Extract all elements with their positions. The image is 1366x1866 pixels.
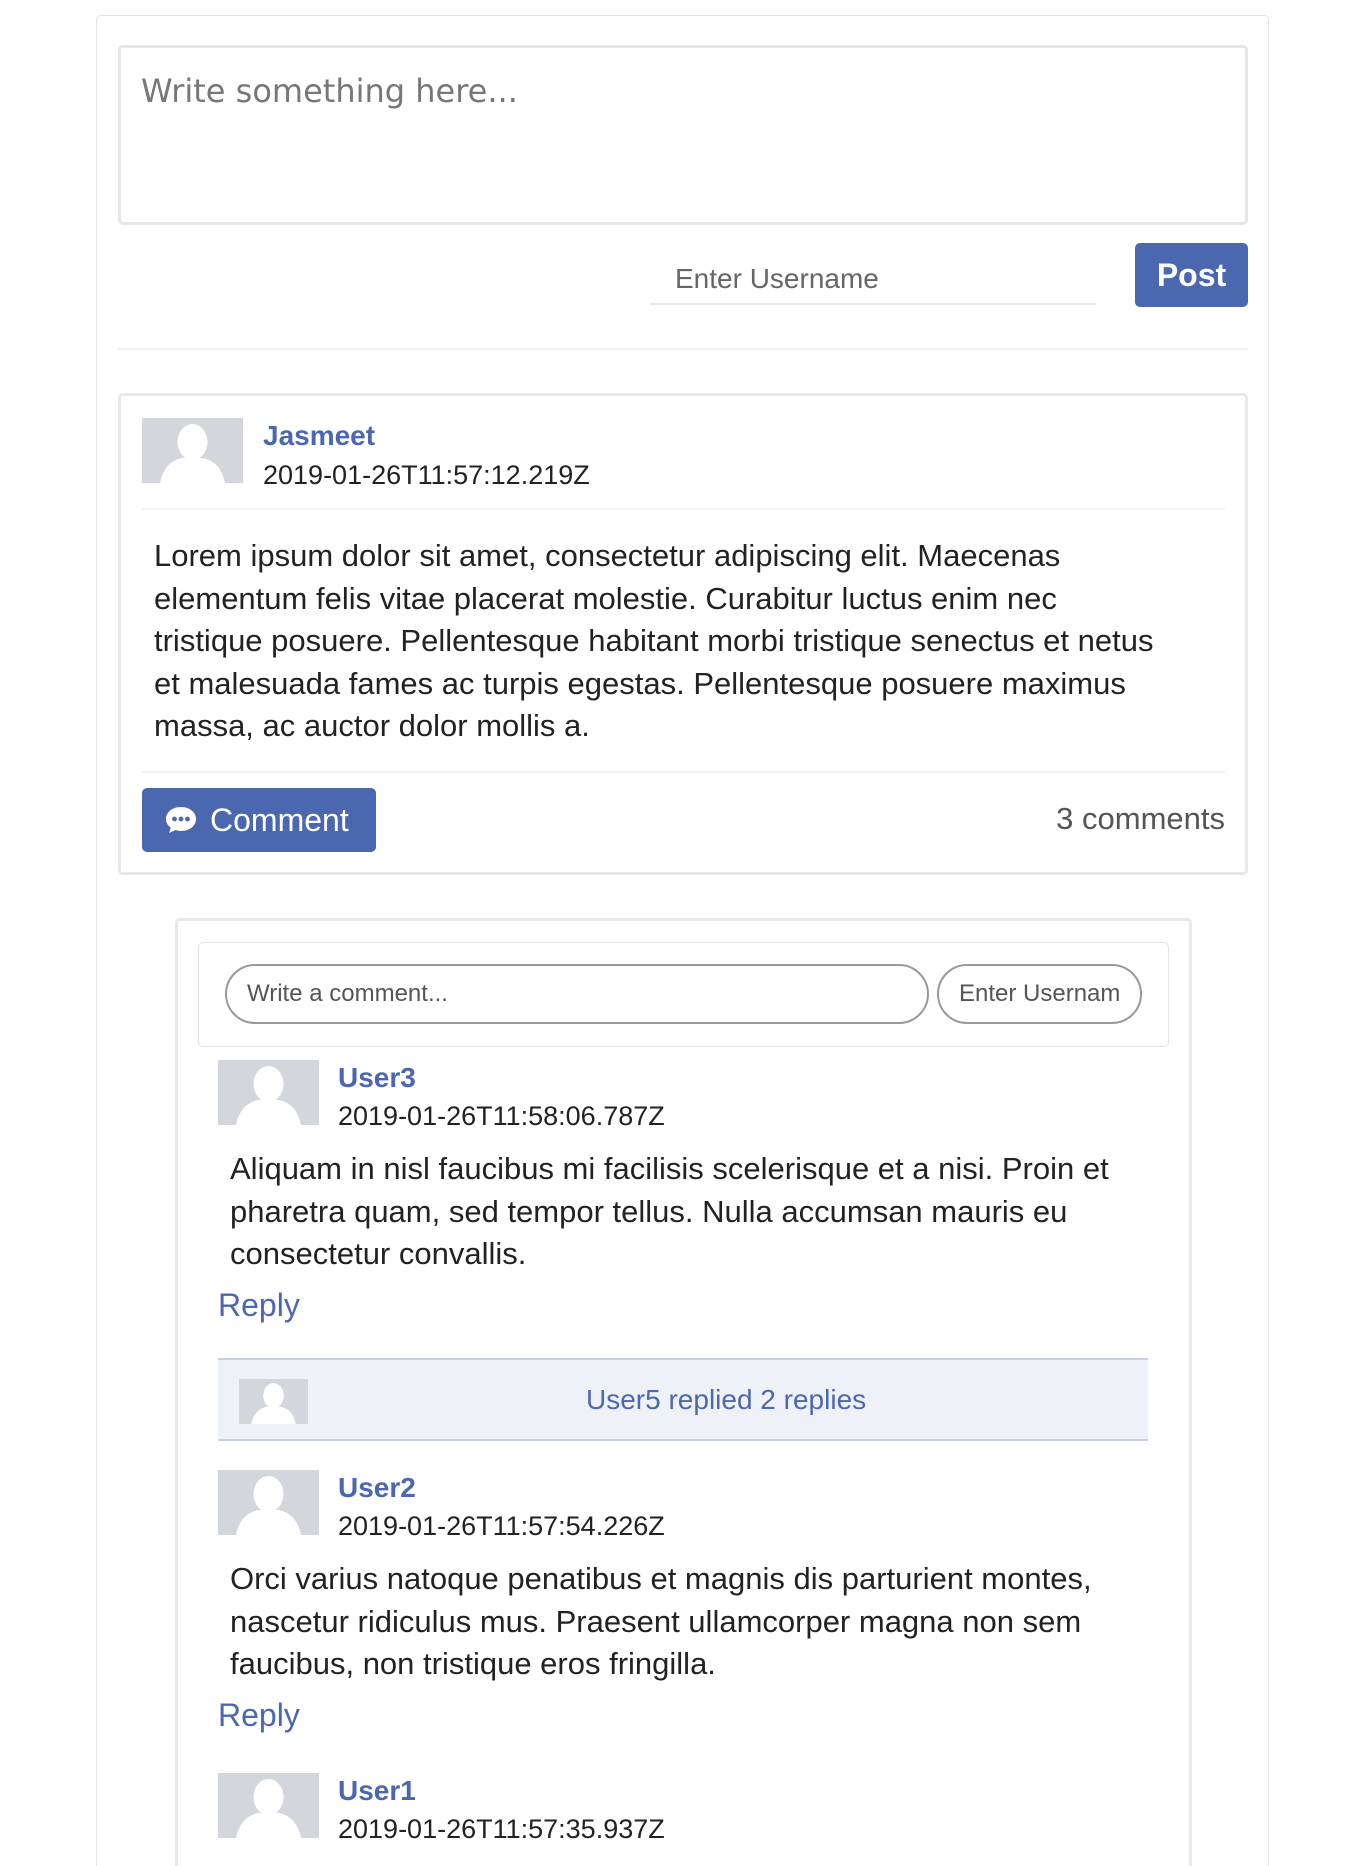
post-author[interactable]: Jasmeet (263, 420, 375, 452)
person-silhouette-icon (218, 1060, 319, 1125)
comments-count[interactable]: 3 comments (1056, 801, 1225, 837)
divider (142, 771, 1225, 773)
comment-author[interactable]: User2 (338, 1472, 416, 1504)
avatar (218, 1470, 319, 1535)
avatar (142, 418, 243, 483)
divider (142, 508, 1225, 510)
comment-body: Aliquam in nisl faucibus mi facilisis sc… (230, 1151, 1109, 1271)
comment-timestamp: 2019-01-26T11:58:06.787Z (338, 1101, 665, 1131)
comment-author[interactable]: User1 (338, 1775, 416, 1807)
reply-link[interactable]: Reply (218, 1287, 300, 1324)
replies-summary[interactable]: User5 replied 2 replies (586, 1384, 866, 1416)
comment-input[interactable] (225, 964, 929, 1024)
username-input[interactable] (650, 255, 1096, 305)
comment-author[interactable]: User3 (338, 1062, 416, 1094)
reply-link[interactable]: Reply (218, 1697, 300, 1734)
post-timestamp: 2019-01-26T11:57:12.219Z (263, 460, 590, 490)
person-silhouette-icon (239, 1379, 308, 1424)
post-button[interactable]: Post (1135, 243, 1248, 307)
avatar (239, 1379, 308, 1424)
person-silhouette-icon (218, 1773, 319, 1838)
person-silhouette-icon (142, 418, 243, 483)
post-body: Lorem ipsum dolor sit amet, consectetur … (154, 538, 1154, 743)
comment-button[interactable]: Comment (142, 788, 376, 852)
comment-body: Orci varius natoque penatibus et magnis … (230, 1561, 1092, 1681)
post-composer-textarea[interactable] (118, 45, 1248, 225)
avatar (218, 1773, 319, 1838)
speech-bubble-icon (164, 805, 198, 835)
person-silhouette-icon (218, 1470, 319, 1535)
comment-timestamp: 2019-01-26T11:57:35.937Z (338, 1814, 665, 1844)
avatar (218, 1060, 319, 1125)
comment-timestamp: 2019-01-26T11:57:54.226Z (338, 1511, 665, 1541)
comment-username-input[interactable] (937, 964, 1142, 1024)
divider (118, 348, 1248, 350)
comment-button-label: Comment (210, 801, 349, 838)
